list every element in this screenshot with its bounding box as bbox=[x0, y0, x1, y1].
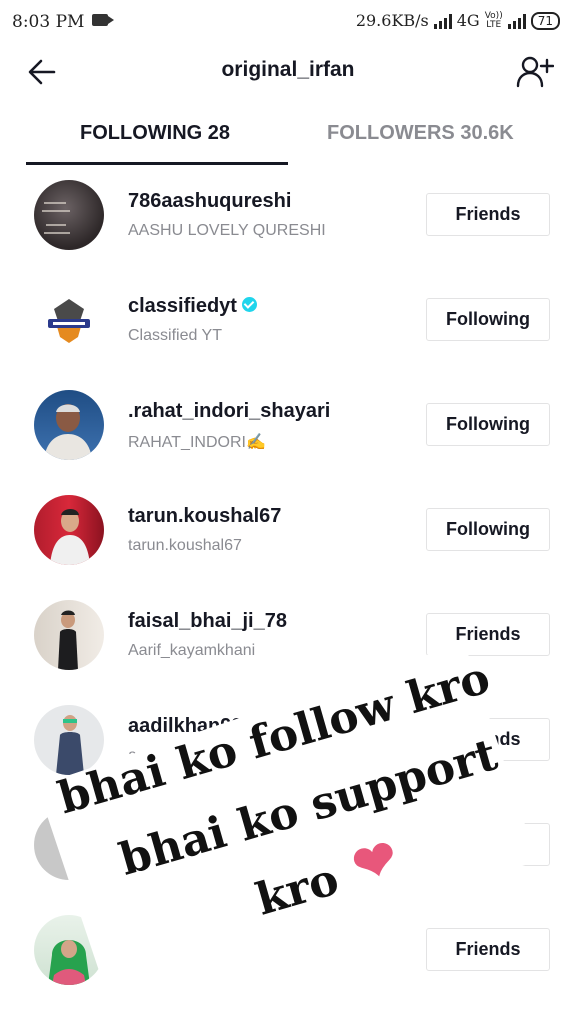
status-time: 8:03 PM bbox=[12, 12, 85, 32]
friends-button[interactable]: Friends bbox=[426, 718, 550, 761]
nickname: Aarif_kayamkhani bbox=[128, 642, 256, 659]
battery-icon: 71 bbox=[530, 11, 560, 30]
signal-icon-2 bbox=[507, 13, 526, 29]
network-type: 4G bbox=[456, 11, 480, 30]
avatar[interactable] bbox=[34, 180, 104, 250]
volte-badge: Vo)) LTE bbox=[485, 11, 503, 30]
username[interactable]: tarun.koushal67 bbox=[128, 505, 281, 528]
nickname: RAHAT_INDORI✍️ bbox=[128, 434, 266, 451]
nickname: Classified YT bbox=[128, 327, 222, 344]
add-user-icon[interactable] bbox=[516, 54, 554, 90]
avatar[interactable] bbox=[34, 810, 104, 880]
page-title: original_irfan bbox=[221, 58, 355, 81]
nickname: aadil KHA bbox=[128, 747, 200, 764]
username[interactable]: jasminbano7 bbox=[128, 925, 250, 948]
list-item[interactable]: Friends bbox=[0, 796, 576, 901]
nickname: jasmin 786 bbox=[128, 957, 206, 974]
username[interactable]: faisal_bhai_ji_78 bbox=[128, 610, 287, 633]
list-item[interactable]: tarun.koushal67 tarun.koushal67 Followin… bbox=[0, 481, 576, 586]
nickname: AASHU LOVELY QURESHI bbox=[128, 222, 326, 239]
list-item[interactable]: aadilkhan995 aadil KHA Friends bbox=[0, 691, 576, 796]
friends-button[interactable]: Friends bbox=[426, 928, 550, 971]
username[interactable]: .rahat_indori_shayari bbox=[128, 400, 330, 423]
network-speed: 29.6KB/s bbox=[355, 11, 429, 30]
avatar[interactable] bbox=[34, 705, 104, 775]
status-bar: 8:03 PM 29.6KB/s 4G Vo)) LTE 71 bbox=[0, 0, 576, 44]
list-item[interactable]: 786aashuqureshi AASHU LOVELY QURESHI Fri… bbox=[0, 166, 576, 271]
signal-icon bbox=[433, 13, 452, 29]
volte-bottom: LTE bbox=[486, 19, 502, 30]
following-button[interactable]: Following bbox=[426, 508, 550, 551]
friends-button[interactable]: Friends bbox=[426, 193, 550, 236]
list-item[interactable]: .rahat_indori_shayari RAHAT_INDORI✍️ Fol… bbox=[0, 376, 576, 481]
avatar[interactable] bbox=[34, 285, 104, 355]
username[interactable]: classifiedyt bbox=[128, 295, 257, 318]
tab-followers[interactable]: FOLLOWERS 30.6K bbox=[327, 122, 514, 145]
following-button[interactable]: Following bbox=[426, 403, 550, 446]
list-item[interactable]: jasminbano7 jasmin 786 Friends bbox=[0, 901, 576, 1006]
username-text: classifiedyt bbox=[128, 295, 237, 317]
follow-tabs: FOLLOWING 28 FOLLOWERS 30.6K bbox=[0, 108, 576, 166]
avatar[interactable] bbox=[34, 495, 104, 565]
nickname: tarun.koushal67 bbox=[128, 537, 242, 554]
friends-button[interactable]: Friends bbox=[426, 613, 550, 656]
top-bar: original_irfan bbox=[0, 44, 576, 100]
username[interactable]: 786aashuqureshi bbox=[128, 190, 291, 213]
tab-indicator bbox=[26, 162, 288, 165]
friends-button[interactable]: Friends bbox=[426, 823, 550, 866]
username[interactable]: aadilkhan995 bbox=[128, 715, 254, 738]
verified-badge-icon bbox=[241, 297, 257, 313]
video-camera-icon bbox=[92, 14, 114, 26]
avatar[interactable] bbox=[34, 600, 104, 670]
list-item[interactable]: classifiedyt Classified YT Following bbox=[0, 271, 576, 376]
list-item[interactable]: faisal_bhai_ji_78 Aarif_kayamkhani Frien… bbox=[0, 586, 576, 691]
tab-following[interactable]: FOLLOWING 28 bbox=[80, 122, 230, 145]
following-button[interactable]: Following bbox=[426, 298, 550, 341]
avatar[interactable] bbox=[34, 390, 104, 460]
avatar[interactable] bbox=[34, 915, 104, 985]
status-indicators: 29.6KB/s 4G Vo)) LTE 71 bbox=[356, 11, 560, 30]
